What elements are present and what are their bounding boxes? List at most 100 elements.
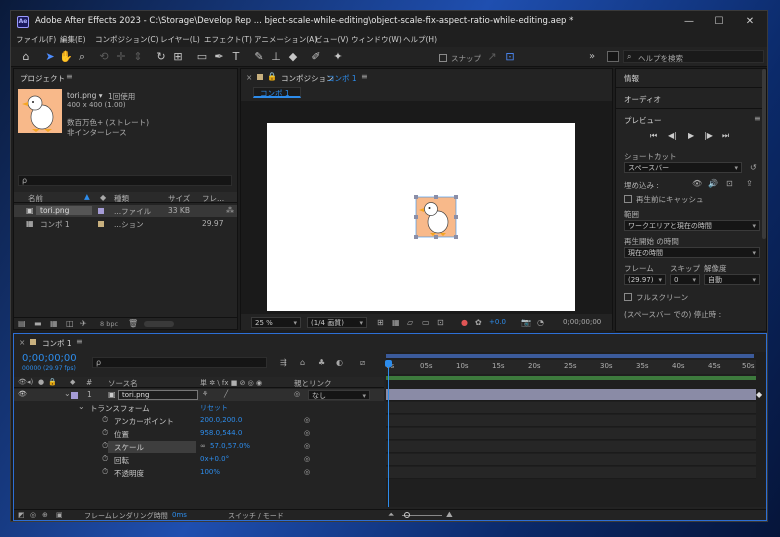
- graph-editor-icon[interactable]: ⧄: [360, 358, 365, 368]
- stopwatch-icon[interactable]: ⏱: [102, 441, 108, 451]
- property-row[interactable]: ⏱ 位置 958.0,544.0 ◎: [14, 428, 384, 440]
- mask-path-icon[interactable]: ▱: [407, 318, 413, 327]
- audio-include-icon[interactable]: 🔊: [708, 179, 718, 188]
- start-dropdown[interactable]: 現在の時間 ▾: [624, 247, 760, 258]
- playhead-handle[interactable]: [385, 360, 392, 367]
- zoom-dropdown[interactable]: 25 % ▾: [251, 317, 301, 328]
- item-name[interactable]: tori.png ▾: [67, 91, 103, 100]
- constrain-proportions-icon[interactable]: ∞: [200, 442, 206, 450]
- orbit-tool-icon[interactable]: ⟲: [97, 50, 111, 64]
- tori-image-layer[interactable]: [413, 194, 459, 240]
- project-menu-icon[interactable]: ≡: [66, 72, 73, 81]
- hand-tool-icon[interactable]: ✋: [59, 50, 73, 64]
- audio-switch-icon[interactable]: ◂): [27, 378, 33, 386]
- maximize-button[interactable]: ☐: [704, 13, 734, 31]
- project-row[interactable]: ▦ コンポ 1 ...ション 29.97: [14, 218, 237, 230]
- dolly-tool-icon[interactable]: ⇕: [131, 50, 145, 64]
- preview-tab[interactable]: プレビュー: [624, 115, 662, 126]
- stopwatch-icon[interactable]: ⏱: [102, 467, 108, 477]
- show-snapshot-icon[interactable]: ◔: [537, 318, 544, 327]
- quality-switch-icon[interactable]: ╱: [224, 390, 228, 398]
- eraser-tool-icon[interactable]: ◆: [286, 50, 300, 64]
- text-tool-icon[interactable]: T: [229, 50, 243, 64]
- eye-icon[interactable]: 👁: [18, 390, 27, 398]
- property-track[interactable]: [386, 441, 756, 453]
- clone-stamp-tool-icon[interactable]: ⊥: [269, 50, 283, 64]
- zoom-in-icon[interactable]: ⛰: [446, 510, 453, 520]
- expand-arrow-icon[interactable]: ⌄: [78, 402, 85, 411]
- stopwatch-icon[interactable]: ⏱: [102, 415, 108, 425]
- property-row[interactable]: ⏱ アンカーポイント 200.0,200.0 ◎: [14, 415, 384, 427]
- motion-blur-icon[interactable]: ◐: [336, 358, 343, 367]
- property-value[interactable]: 200.0,200.0: [200, 416, 242, 424]
- col-source-name[interactable]: ソース名: [108, 378, 138, 389]
- comp-subtab[interactable]: コンポ 1: [253, 87, 301, 98]
- parent-dropdown[interactable]: なし ▾: [308, 390, 370, 400]
- property-track[interactable]: [386, 467, 756, 479]
- property-track[interactable]: [386, 402, 756, 414]
- composition-menu-icon[interactable]: ≡: [361, 72, 368, 81]
- menu-view[interactable]: ビュー(V): [315, 34, 348, 45]
- menu-window[interactable]: ウィンドウ(W): [351, 34, 402, 45]
- new-composition-icon[interactable]: ▦: [50, 319, 58, 328]
- transform-reset[interactable]: リセット: [200, 403, 228, 413]
- menu-effect[interactable]: エフェクト(T): [204, 34, 252, 45]
- video-include-icon[interactable]: 👁: [692, 179, 702, 188]
- help-search-field[interactable]: ⌕ ヘルプを検索: [623, 50, 764, 63]
- modes-icon[interactable]: ◎: [30, 511, 36, 519]
- last-frame-icon[interactable]: ⏭: [722, 131, 729, 141]
- layer-row[interactable]: 👁 ⌄ 1 ▣ tori.png ⚘ ╱ ◎ なし ▾: [14, 389, 384, 401]
- playhead-line[interactable]: [388, 360, 389, 507]
- property-track[interactable]: [386, 428, 756, 440]
- preview-menu-icon[interactable]: ≡: [754, 114, 761, 123]
- timeline-menu-icon[interactable]: ≡: [76, 337, 83, 346]
- workspace-icon[interactable]: [607, 51, 619, 62]
- video-switch-icon[interactable]: 👁: [18, 378, 27, 386]
- audio-tab[interactable]: オーディオ: [624, 94, 661, 105]
- external-video-icon[interactable]: ⇪: [746, 179, 753, 188]
- pen-tool-icon[interactable]: ✒: [212, 50, 226, 64]
- snapshot-icon[interactable]: 📷: [521, 318, 531, 327]
- lock-switch-icon[interactable]: 🔒: [48, 378, 57, 386]
- flowchart-icon[interactable]: ⁂: [226, 206, 234, 215]
- timeline-timecode[interactable]: 0;00;00;00: [22, 353, 77, 364]
- in-out-icon[interactable]: ⊕: [42, 511, 48, 519]
- property-row[interactable]: ⏱ スケール ∞ 57.0,57.0% ◎: [14, 441, 384, 453]
- viewer-timecode[interactable]: 0;00;00;00: [563, 318, 601, 326]
- fast-preview-icon[interactable]: ⊞: [377, 318, 384, 327]
- brush-tool-icon[interactable]: ✎: [252, 50, 266, 64]
- shortcut-dropdown[interactable]: スペースバー ▾: [624, 162, 742, 173]
- property-row[interactable]: ⏱ 回転 0x+0.0° ◎: [14, 454, 384, 466]
- menu-layer[interactable]: レイヤー(L): [160, 34, 200, 45]
- pickwhip-icon[interactable]: ◎: [304, 468, 310, 476]
- viewer-area[interactable]: [241, 101, 612, 314]
- col-name[interactable]: 名前: [28, 193, 43, 204]
- snap-checkbox[interactable]: [439, 54, 447, 62]
- frame-rate-dropdown[interactable]: (29.97) ▾: [624, 274, 666, 285]
- switch-mode-toggle[interactable]: スイッチ / モード: [228, 511, 284, 521]
- project-search-input[interactable]: ρ: [18, 175, 232, 186]
- color-channel-icon[interactable]: ●: [461, 318, 468, 327]
- work-area-bar[interactable]: [386, 354, 754, 358]
- parent-pickwhip-icon[interactable]: ◎: [294, 390, 300, 398]
- timeline-search-input[interactable]: ρ: [92, 357, 267, 368]
- col-type[interactable]: 種類: [114, 193, 129, 204]
- pickwhip-icon[interactable]: ◎: [304, 429, 310, 437]
- snap-feature-icon[interactable]: ⊡: [503, 50, 517, 64]
- resolution-preview-dropdown[interactable]: 自動 ▾: [704, 274, 760, 285]
- property-value[interactable]: 100%: [200, 468, 220, 476]
- col-switches[interactable]: 単 ✲ \ fx ■ ⊘ ◎ ◉: [200, 378, 262, 388]
- bpc-label[interactable]: 8 bpc: [100, 320, 118, 328]
- range-dropdown[interactable]: ワークエリアと現在の時間 ▾: [624, 220, 760, 231]
- zoom-slider-handle[interactable]: [404, 512, 410, 518]
- next-frame-icon[interactable]: |▶: [704, 131, 713, 140]
- region-of-interest-icon[interactable]: ▭: [422, 318, 430, 327]
- property-value[interactable]: 0x+0.0°: [200, 455, 229, 463]
- rectangle-tool-icon[interactable]: ▭: [195, 50, 209, 64]
- composition-mini-flowchart-icon[interactable]: ⇶: [280, 358, 287, 367]
- composition-tab[interactable]: コンポジション: [281, 73, 334, 84]
- minimize-button[interactable]: —: [674, 13, 704, 31]
- cache-checkbox[interactable]: [624, 195, 632, 203]
- puppet-tool-icon[interactable]: ✦: [331, 50, 345, 64]
- draft-3d-icon[interactable]: ⌂: [300, 358, 305, 367]
